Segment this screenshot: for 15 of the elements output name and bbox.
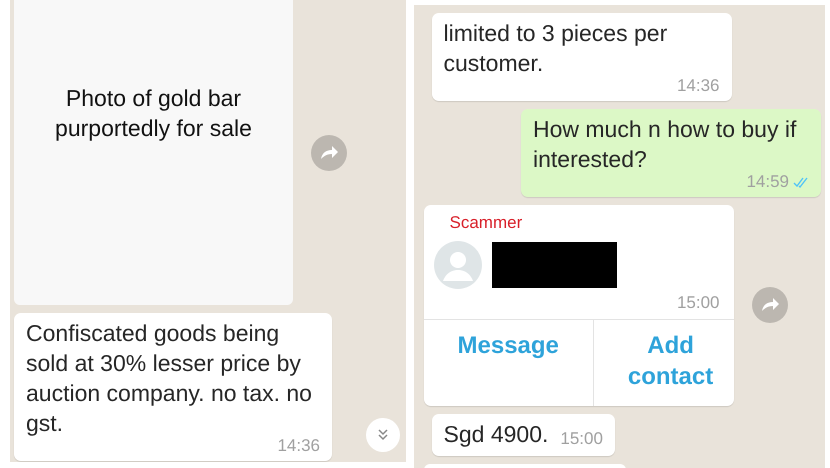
forward-icon[interactable] xyxy=(311,134,347,170)
double-chevron-icon xyxy=(376,428,390,442)
avatar-icon xyxy=(434,240,482,289)
forward-icon[interactable] xyxy=(752,287,788,324)
contact-action-button[interactable]: Add contact xyxy=(592,320,748,406)
contact-action-button[interactable]: Message xyxy=(424,320,593,406)
message-time: 15:00 xyxy=(560,428,603,450)
message-time: 14:36 xyxy=(676,74,720,97)
sender-name: Scammer xyxy=(448,212,522,233)
image-caption: Photo of gold bar purportedly for sale xyxy=(54,84,253,143)
message-text: Sgd 4900. xyxy=(444,420,548,449)
scroll-down-button[interactable] xyxy=(366,418,400,452)
image-placeholder[interactable]: Photo of gold bar purportedly for sale xyxy=(14,0,293,305)
message-time: 15:00 xyxy=(676,292,720,313)
message-text: limited to 3 pieces per customer. xyxy=(444,19,668,78)
